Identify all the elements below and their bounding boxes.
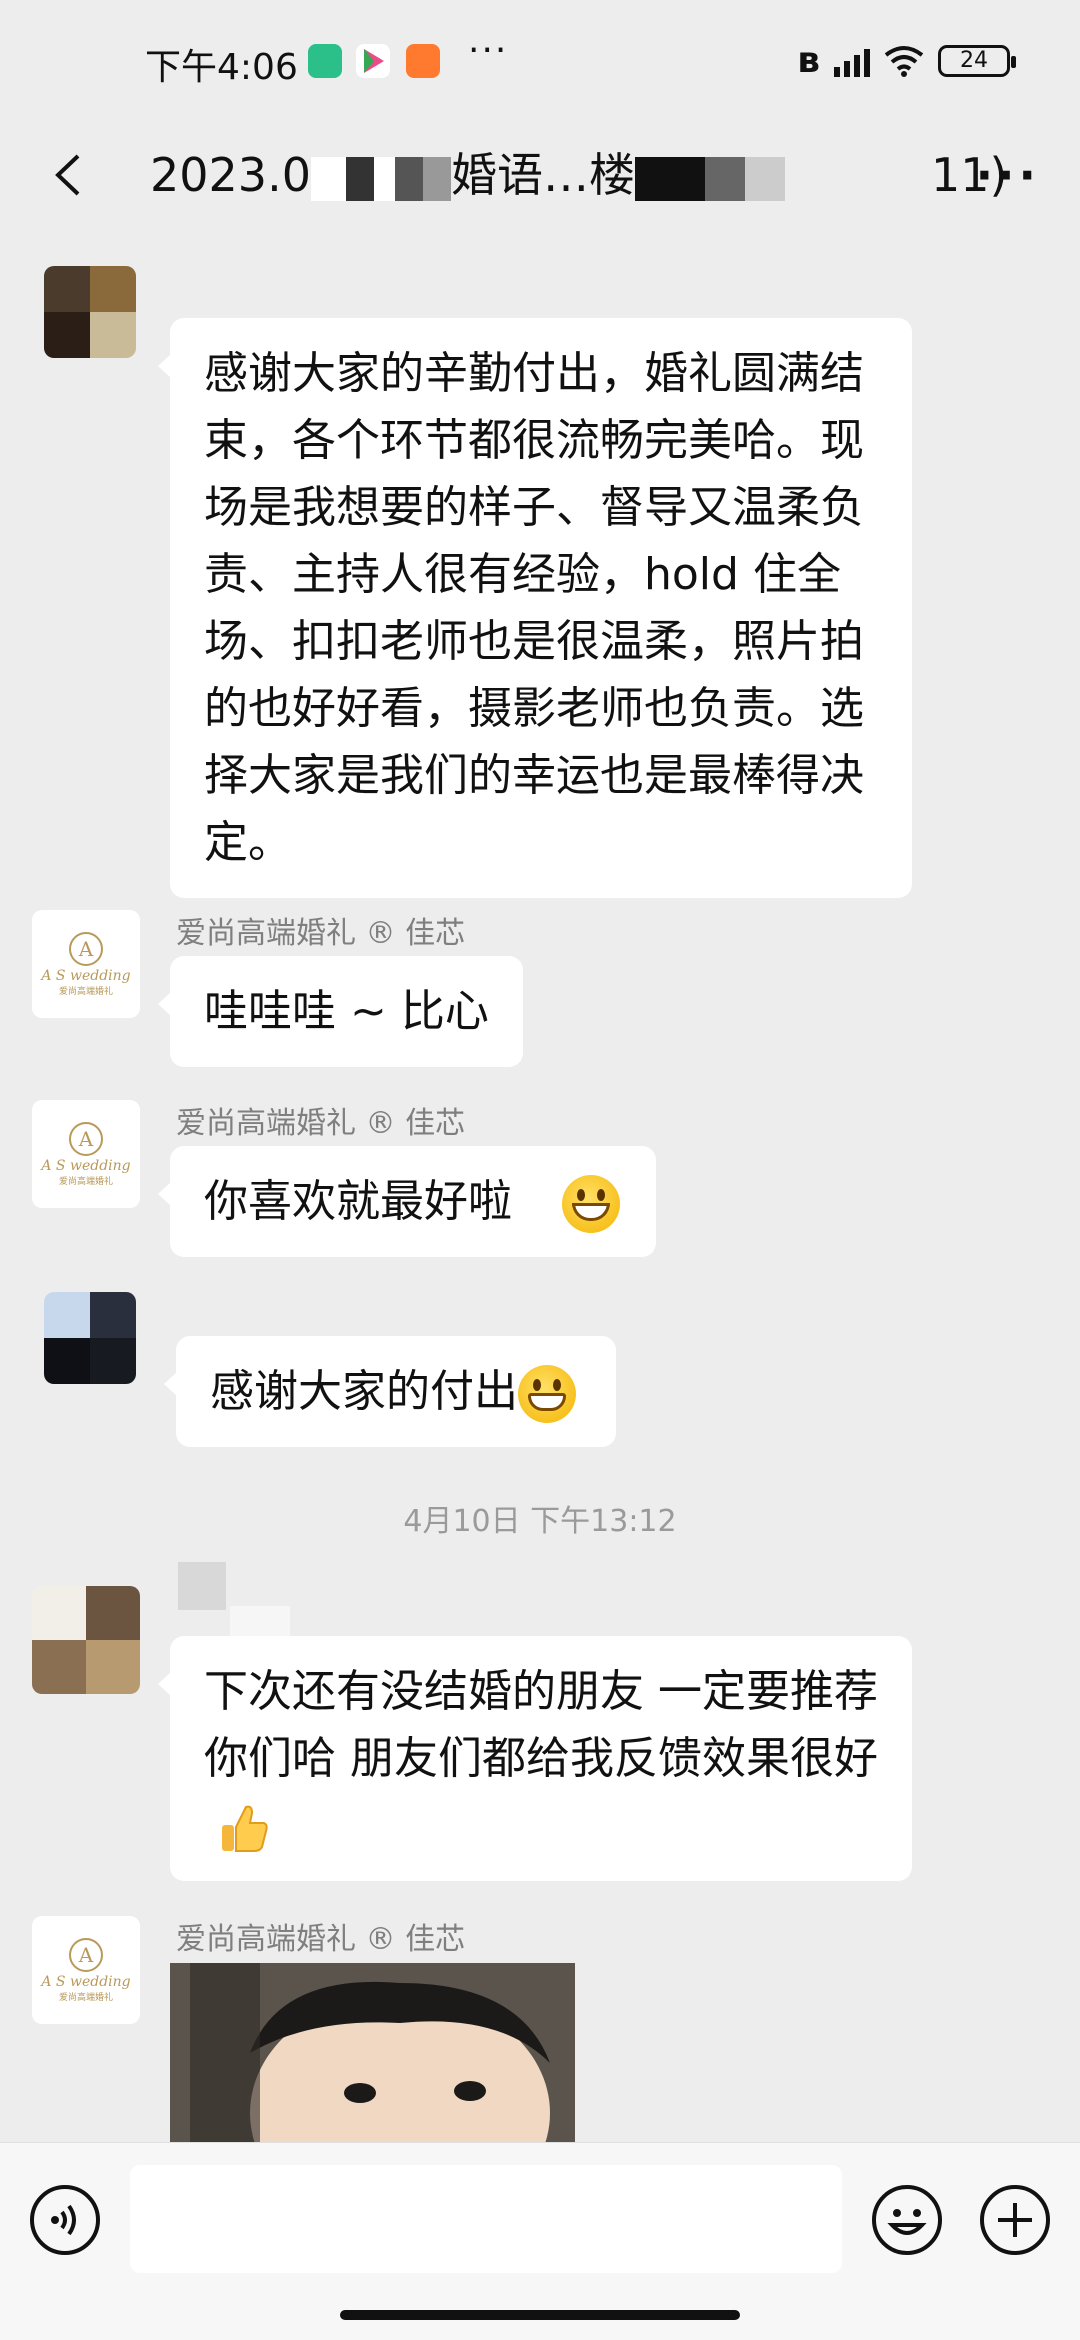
brand-logo-script: A S wedding — [41, 967, 131, 984]
avatar[interactable] — [32, 1586, 140, 1694]
message-text: 下次还有没结婚的朋友 一定要推荐你们哈 朋友们都给我反馈效果很好 — [204, 1666, 878, 1784]
sender-name: 爱尚高端婚礼 ® 佳芯 — [176, 1106, 466, 1141]
message-input[interactable] — [130, 2165, 842, 2273]
message-bubble[interactable]: 哇哇哇 ~ 比心 — [158, 956, 523, 1067]
sender-name: 爱尚高端婚礼 ® 佳芯 — [176, 1922, 466, 1957]
message-bubble[interactable]: 感谢大家的辛勤付出，婚礼圆满结束，各个环节都很流畅完美哈。现场是我想要的样子、督… — [158, 318, 912, 898]
play-store-icon — [356, 44, 390, 78]
message-bubble[interactable]: 你喜欢就最好啦 — [158, 1146, 656, 1257]
chat-title-mid: 婚语…楼 — [450, 148, 635, 202]
status-indicators: ʙ 24 — [797, 40, 1016, 81]
brand-avatar[interactable]: A A S wedding 爱尚高端婚礼 — [32, 1100, 140, 1208]
chat-title: 2023.0 婚语…楼 11) — [150, 140, 1007, 210]
brand-logo-caption: 爱尚高端婚礼 — [58, 1176, 113, 1187]
more-options-icon[interactable]: ··· — [976, 148, 1040, 202]
sender-name: 爱尚高端婚礼 ® 佳芯 — [176, 916, 466, 951]
wifi-icon — [884, 45, 924, 77]
message-text: 哇哇哇 ~ 比心 — [204, 986, 489, 1037]
timestamp: 4月10日 下午13:12 — [403, 1504, 677, 1539]
emoji-button[interactable] — [870, 2183, 944, 2257]
shield-app-icon — [308, 44, 342, 78]
grinning-face-with-teeth-icon — [518, 1365, 576, 1423]
message-text: 你喜欢就最好啦 — [204, 1176, 512, 1227]
brand-avatar[interactable]: A A S wedding 爱尚高端婚礼 — [32, 1916, 140, 2024]
back-arrow-icon[interactable] — [40, 140, 100, 210]
message-text: 感谢大家的辛勤付出，婚礼圆满结束，各个环节都很流畅完美哈。现场是我想要的样子、督… — [204, 348, 864, 868]
avatar[interactable] — [44, 1292, 136, 1384]
redaction-block — [310, 156, 451, 201]
home-indicator[interactable] — [340, 2310, 740, 2320]
battery-icon: 24 — [938, 44, 1016, 77]
add-attachment-button[interactable] — [978, 2183, 1052, 2257]
voice-input-button[interactable] — [28, 2183, 102, 2257]
baby-photo-image[interactable] — [170, 1963, 575, 2142]
brand-logo-caption: 爱尚高端婚礼 — [58, 1992, 113, 2003]
redacted-sender-name — [178, 1562, 226, 1610]
status-time: 下午4:06 — [145, 47, 298, 88]
chat-title-prefix: 2023.0 — [150, 148, 311, 202]
status-more-icon: ··· — [468, 30, 509, 71]
orange-app-icon — [406, 44, 440, 78]
message-bubble[interactable]: 下次还有没结婚的朋友 一定要推荐你们哈 朋友们都给我反馈效果很好 — [158, 1636, 912, 1881]
brand-logo-caption: 爱尚高端婚礼 — [58, 986, 113, 997]
redaction-gap — [835, 157, 931, 201]
redaction-block — [634, 156, 835, 201]
chat-header: 2023.0 婚语…楼 11) ··· — [0, 120, 1080, 230]
brand-logo-script: A S wedding — [41, 1973, 131, 1990]
thumbs-up-icon — [218, 1801, 270, 1855]
signal-icon — [834, 45, 870, 77]
brand-avatar[interactable]: A A S wedding 爱尚高端婚礼 — [32, 910, 140, 1018]
brand-logo-script: A S wedding — [41, 1157, 131, 1174]
status-bar: 下午4:06 ··· ʙ 24 — [0, 0, 1080, 120]
redacted-sender-name — [230, 1606, 290, 1636]
message-text: 感谢大家的付出 — [210, 1366, 518, 1417]
brand-logo-icon: A — [69, 1937, 103, 1972]
message-bubble[interactable]: 感谢大家的付出 — [164, 1336, 616, 1447]
chat-message-list[interactable]: 感谢大家的辛勤付出，婚礼圆满结束，各个环节都很流畅完美哈。现场是我想要的样子、督… — [0, 230, 1080, 2142]
grinning-face-icon — [562, 1175, 620, 1233]
avatar[interactable] — [44, 266, 136, 358]
bluetooth-icon: ʙ — [797, 40, 820, 81]
brand-logo-icon: A — [69, 931, 103, 966]
brand-logo-icon: A — [69, 1121, 103, 1156]
